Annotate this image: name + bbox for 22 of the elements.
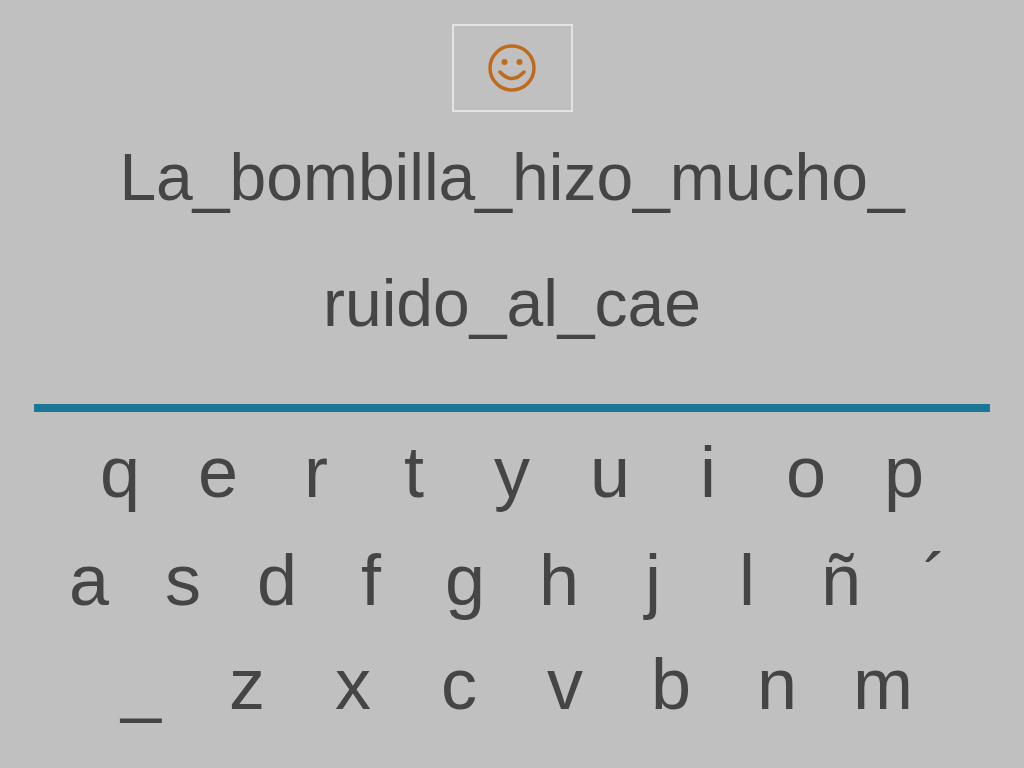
letter-key[interactable]: r [304,436,328,508]
smiley-icon [487,43,537,93]
letter-key[interactable]: c [441,648,477,720]
letter-key[interactable]: z [229,648,265,720]
letter-key[interactable]: s [165,544,201,616]
letter-key[interactable]: ñ [820,544,861,616]
letter-key[interactable]: h [538,544,579,616]
letter-key[interactable]: t [404,436,424,508]
letter-key[interactable]: o [785,436,826,508]
letter-key[interactable]: v [547,648,583,720]
letter-key[interactable]: u [589,436,630,508]
letter-key[interactable]: e [197,436,238,508]
letter-key[interactable]: a [68,544,109,616]
letter-key[interactable]: n [756,648,797,720]
letter-key[interactable]: d [256,544,297,616]
letter-key[interactable]: b [650,648,691,720]
letter-key[interactable]: m [853,648,913,720]
letter-key[interactable]: i [700,436,716,508]
letter-key[interactable]: ´ [923,544,947,616]
letter-key[interactable]: x [335,648,371,720]
letter-key[interactable]: l [739,544,755,616]
letter-key[interactable]: f [361,544,381,616]
